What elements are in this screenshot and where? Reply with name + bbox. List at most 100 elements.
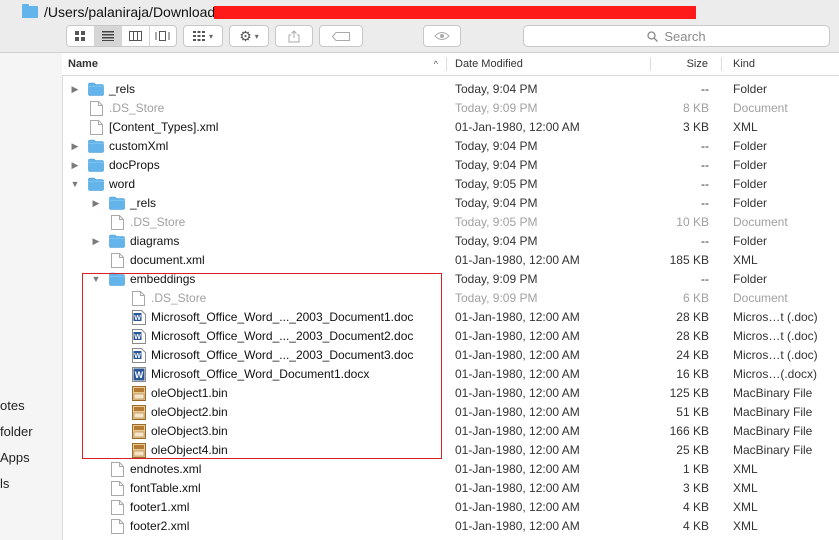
action-button[interactable]: ⚙ ▾ xyxy=(229,25,269,47)
folder-icon xyxy=(109,272,125,287)
disclosure-triangle-closed-icon[interactable]: ▶ xyxy=(91,232,101,251)
file-kind: Micros…t (.doc) xyxy=(733,329,818,343)
file-kind: Micros…t (.doc) xyxy=(733,348,818,362)
document-icon xyxy=(132,291,148,306)
sidebar-item-notes[interactable]: otes xyxy=(0,398,25,413)
column-view-button[interactable] xyxy=(122,26,150,46)
disclosure-triangle-closed-icon[interactable]: ▶ xyxy=(70,137,80,156)
file-size: -- xyxy=(701,82,709,96)
column-divider[interactable] xyxy=(446,57,447,71)
file-size: 25 KB xyxy=(676,443,709,457)
file-kind: XML xyxy=(733,519,758,533)
file-kind: MacBinary File xyxy=(733,405,813,419)
document-icon xyxy=(90,101,106,116)
share-button[interactable] xyxy=(275,25,313,47)
quick-look-button[interactable] xyxy=(423,25,461,47)
search-icon xyxy=(647,30,659,42)
svg-text:W: W xyxy=(134,353,141,360)
date-modified: Today, 9:04 PM xyxy=(455,234,538,248)
file-row[interactable]: ▶ docProps Today, 9:04 PM -- Folder xyxy=(62,156,839,175)
file-kind: Document xyxy=(733,291,788,305)
file-name: footer1.xml xyxy=(130,500,190,514)
file-name: Microsoft_Office_Word_Document1.docx xyxy=(151,367,370,381)
column-divider[interactable] xyxy=(650,57,651,71)
date-modified: Today, 9:04 PM xyxy=(455,158,538,172)
file-name: document.xml xyxy=(130,253,205,267)
file-row[interactable]: [Content_Types].xml 01-Jan-1980, 12:00 AM… xyxy=(62,118,839,137)
file-row[interactable]: ▶ customXml Today, 9:04 PM -- Folder xyxy=(62,137,839,156)
sidebar-item-ls[interactable]: ls xyxy=(0,476,9,491)
file-row[interactable]: W Microsoft_Office_Word_..._2003_Document… xyxy=(62,308,839,327)
folder-icon xyxy=(109,196,125,211)
icon-view-button[interactable] xyxy=(67,26,95,46)
date-modified: 01-Jan-1980, 12:00 AM xyxy=(455,120,580,134)
file-name: .DS_Store xyxy=(109,101,165,115)
column-divider[interactable] xyxy=(721,57,722,71)
edit-tags-button[interactable] xyxy=(319,25,363,47)
cover-flow-button[interactable] xyxy=(150,26,177,46)
file-row[interactable]: document.xml 01-Jan-1980, 12:00 AM 185 KB X… xyxy=(62,251,839,270)
search-field[interactable]: Search xyxy=(523,25,830,47)
title-bar: /Users/palaniraja/Downloads xyxy=(0,0,839,22)
file-row[interactable]: ▼ word Today, 9:05 PM -- Folder xyxy=(62,175,839,194)
file-name: _rels xyxy=(109,82,136,96)
cover-flow-icon xyxy=(155,31,170,41)
file-size: -- xyxy=(701,234,709,248)
macbinary-file-icon xyxy=(132,443,148,458)
file-row[interactable]: ▶ _rels Today, 9:04 PM -- Folder xyxy=(62,80,839,99)
file-row[interactable]: footer1.xml 01-Jan-1980, 12:00 AM 4 KB XML xyxy=(62,498,839,517)
file-row[interactable]: oleObject3.bin 01-Jan-1980, 12:00 AM 166 K… xyxy=(62,422,839,441)
file-row[interactable]: .DS_Store Today, 9:09 PM 6 KB Document xyxy=(62,289,839,308)
file-kind: MacBinary File xyxy=(733,386,813,400)
file-row[interactable]: ▶ _rels Today, 9:04 PM -- Folder xyxy=(62,194,839,213)
document-icon xyxy=(111,481,127,496)
file-row[interactable]: fontTable.xml 01-Jan-1980, 12:00 AM 3 KB XM… xyxy=(62,479,839,498)
file-name: embeddings xyxy=(130,272,196,286)
grid-icon xyxy=(75,31,86,41)
file-row[interactable]: oleObject2.bin 01-Jan-1980, 12:00 AM 51 KB… xyxy=(62,403,839,422)
file-row[interactable]: ▼ embeddings Today, 9:09 PM -- Folder xyxy=(62,270,839,289)
file-name: docProps xyxy=(109,158,160,172)
file-row[interactable]: W Microsoft_Office_Word_..._2003_Document… xyxy=(62,327,839,346)
date-modified: 01-Jan-1980, 12:00 AM xyxy=(455,386,580,400)
file-row[interactable]: W Microsoft_Office_Word_Document1.docx 01-… xyxy=(62,365,839,384)
macbinary-file-icon xyxy=(132,386,148,401)
date-modified: Today, 9:04 PM xyxy=(455,196,538,210)
word-document-icon: W xyxy=(132,367,148,382)
sidebar-item-apps[interactable]: Apps xyxy=(0,450,30,465)
file-name: Microsoft_Office_Word_..._2003_Document2… xyxy=(151,329,414,343)
gear-icon: ⚙ xyxy=(239,27,252,44)
file-size: 3 KB xyxy=(682,481,709,495)
arrange-button[interactable]: ▾ xyxy=(183,25,223,47)
file-row[interactable]: footer2.xml 01-Jan-1980, 12:00 AM 4 KB XML xyxy=(62,517,839,536)
size-column-header[interactable]: Size xyxy=(652,53,710,75)
file-row[interactable]: W Microsoft_Office_Word_..._2003_Document… xyxy=(62,346,839,365)
disclosure-triangle-open-icon[interactable]: ▼ xyxy=(91,270,101,289)
file-size: 8 KB xyxy=(682,101,709,115)
date-modified: Today, 9:05 PM xyxy=(455,215,538,229)
file-row[interactable]: .DS_Store Today, 9:05 PM 10 KB Document xyxy=(62,213,839,232)
file-name: word xyxy=(109,177,136,191)
file-row[interactable]: endnotes.xml 01-Jan-1980, 12:00 AM 1 KB XML xyxy=(62,460,839,479)
date-modified: 01-Jan-1980, 12:00 AM xyxy=(455,253,580,267)
file-size: 16 KB xyxy=(676,367,709,381)
sidebar-item-folder[interactable]: folder xyxy=(0,424,33,439)
kind-column-header[interactable]: Kind xyxy=(727,53,837,75)
file-row[interactable]: .DS_Store Today, 9:09 PM 8 KB Document xyxy=(62,99,839,118)
file-name: fontTable.xml xyxy=(130,481,201,495)
disclosure-triangle-closed-icon[interactable]: ▶ xyxy=(70,80,80,99)
date-modified: Today, 9:09 PM xyxy=(455,101,538,115)
date-column-header[interactable]: Date Modified xyxy=(449,53,649,75)
file-name: oleObject3.bin xyxy=(151,424,228,438)
disclosure-triangle-open-icon[interactable]: ▼ xyxy=(70,175,80,194)
name-column-header[interactable]: Name ^ xyxy=(62,53,444,75)
list-view-button[interactable] xyxy=(94,26,122,46)
file-row[interactable]: ▶ diagrams Today, 9:04 PM -- Folder xyxy=(62,232,839,251)
disclosure-triangle-closed-icon[interactable]: ▶ xyxy=(91,194,101,213)
file-row[interactable]: oleObject4.bin 01-Jan-1980, 12:00 AM 25 KB… xyxy=(62,441,839,460)
disclosure-triangle-closed-icon[interactable]: ▶ xyxy=(70,156,80,175)
file-row[interactable]: oleObject1.bin 01-Jan-1980, 12:00 AM 125 K… xyxy=(62,384,839,403)
date-modified: Today, 9:09 PM xyxy=(455,291,538,305)
date-modified: 01-Jan-1980, 12:00 AM xyxy=(455,405,580,419)
file-name: .DS_Store xyxy=(151,291,207,305)
